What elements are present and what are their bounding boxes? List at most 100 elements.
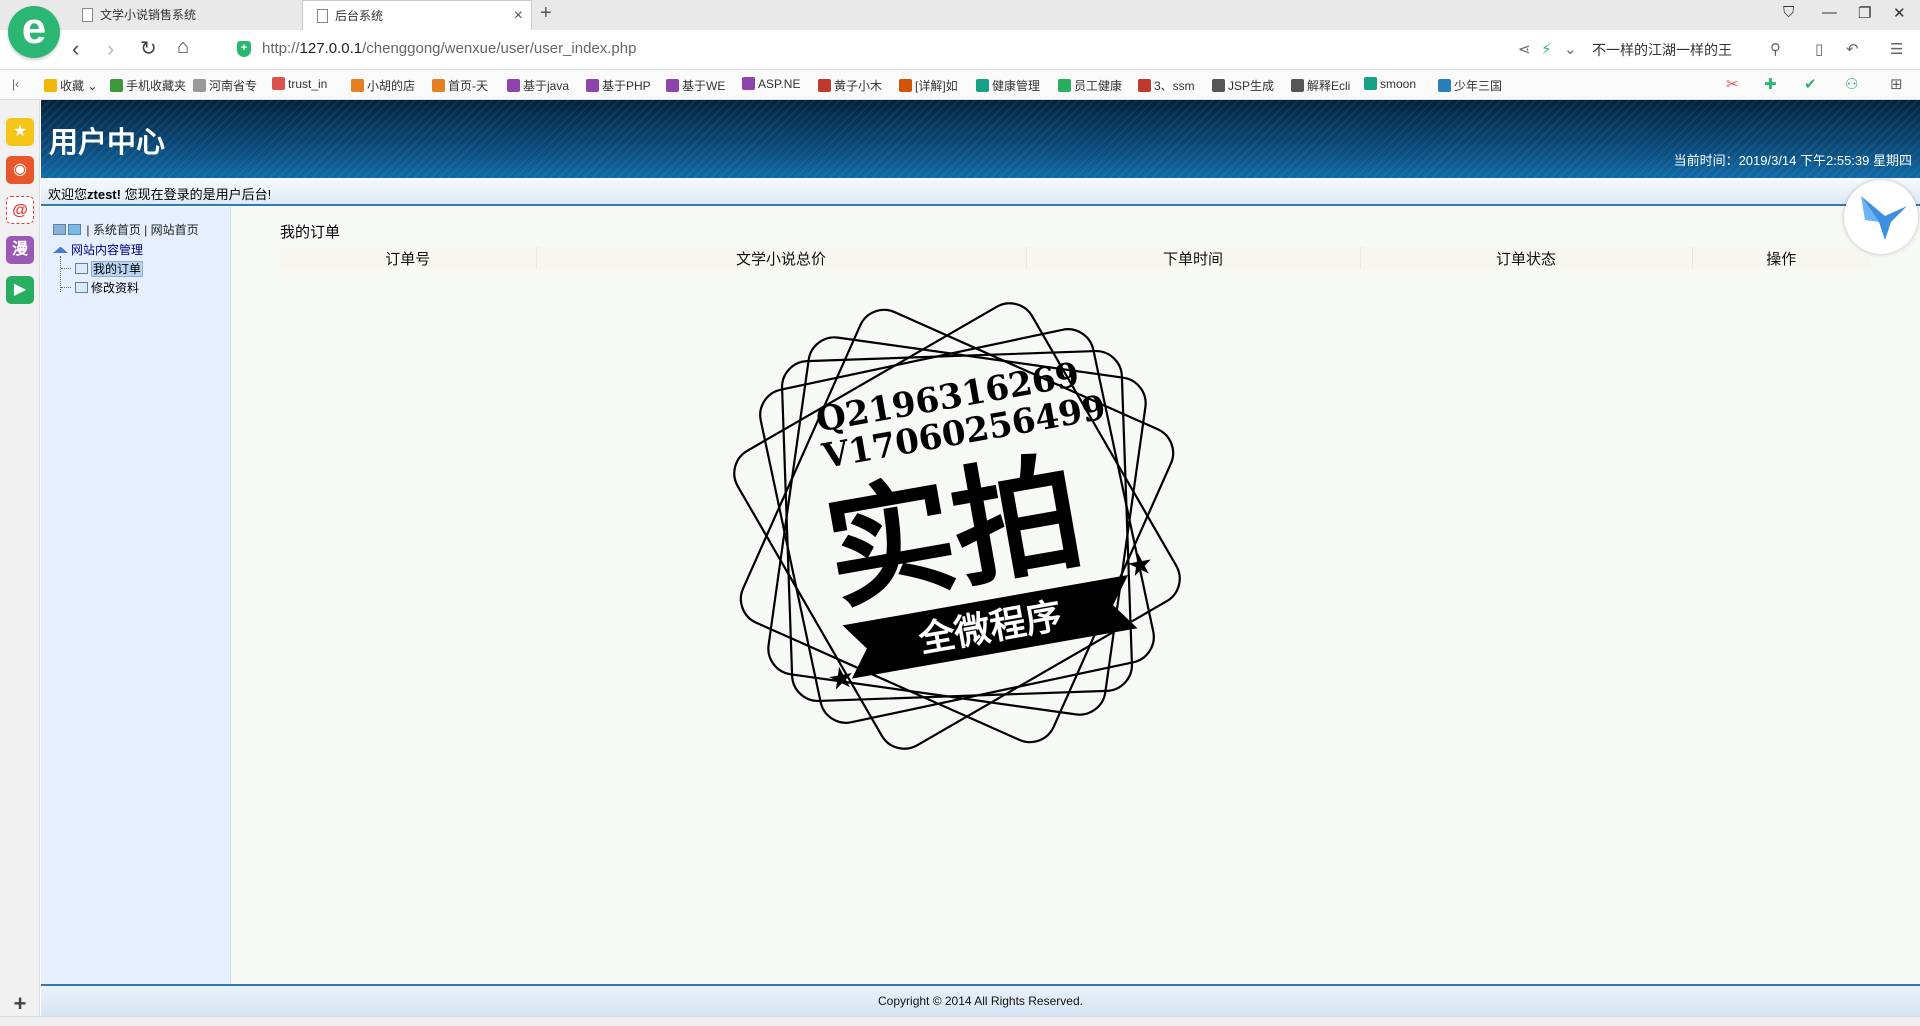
chevron-down-icon[interactable]: ⌄ [1564, 40, 1577, 58]
bookmark-item[interactable]: [详解]如 [899, 77, 958, 94]
bookmark-item[interactable]: 收藏 ⌄ [44, 77, 97, 94]
close-window-icon[interactable]: ✕ [1893, 4, 1906, 22]
copyright: Copyright © 2014 All Rights Reserved. [878, 994, 1083, 1008]
home-icon[interactable]: ⌂ [177, 36, 189, 59]
site-icon [976, 79, 989, 92]
col-total-price: 文学小说总价 [536, 247, 1027, 269]
comic-icon[interactable]: 漫 [6, 236, 34, 264]
forward-icon[interactable]: › [107, 36, 114, 62]
bookmark-item[interactable]: 黄子小木 [818, 77, 882, 94]
site-icon [272, 77, 285, 90]
col-actions: 操作 [1692, 247, 1870, 269]
undo-icon[interactable]: ↶ [1846, 40, 1859, 58]
col-order-status: 订单状态 [1360, 247, 1693, 269]
new-tab-icon[interactable]: + [540, 2, 552, 25]
bookmark-label: ASP.NE [758, 77, 801, 91]
bookmark-item[interactable]: trust_in [272, 77, 327, 91]
refresh-icon[interactable]: ↻ [140, 36, 157, 61]
welcome-bar: 欢迎您ztest! 您现在登录的是用户后台! [41, 178, 1920, 206]
site-icon [666, 79, 679, 92]
share-icon[interactable]: ⋖ [1518, 40, 1531, 58]
search-icon[interactable]: ⚲ [1770, 40, 1781, 58]
welcome-user: ztest! [87, 187, 121, 202]
page-icon [193, 79, 206, 92]
bookmarks-bar: |‹ 收藏 ⌄ 手机收藏夹 河南省专 trust_in 小胡的店 首页-天 基于… [0, 70, 1920, 100]
taobao-icon [432, 79, 445, 92]
shield-check-icon[interactable]: ✔ [1804, 75, 1817, 93]
link-site-home[interactable]: 网站首页 [151, 223, 199, 237]
bookmark-item[interactable]: 首页-天 [432, 77, 488, 94]
bookmark-item[interactable]: 河南省专 [193, 77, 257, 94]
bookmark-item[interactable]: ASP.NE [742, 77, 800, 91]
browser-status-bar [0, 1016, 1920, 1026]
site-icon [818, 79, 831, 92]
tab-literature-system[interactable]: 文学小说销售系统 [68, 0, 300, 30]
main-content: 我的订单 订单号 文学小说总价 下单时间 订单状态 操作 Q2196316269… [232, 207, 1920, 984]
browser-logo-icon[interactable]: e [8, 6, 60, 58]
table-header-row: 订单号 文学小说总价 下单时间 订单状态 操作 [280, 247, 1870, 269]
url-scheme: http:// [262, 40, 300, 57]
bookmark-item[interactable]: 员工健康 [1058, 77, 1122, 94]
bookmark-item[interactable]: 基于java [507, 77, 569, 94]
bookmark-label: JSP生成 [1228, 79, 1275, 93]
paw-icon [1438, 79, 1451, 92]
back-icon[interactable]: ‹ [72, 36, 79, 62]
add-panel-icon[interactable]: + [6, 990, 34, 1018]
bookmark-item[interactable]: 基于PHP [586, 77, 651, 94]
bookmark-item[interactable]: 解释Ecli [1291, 77, 1350, 94]
bookmark-item[interactable]: 少年三国 [1438, 77, 1502, 94]
site-icon [1291, 79, 1304, 92]
bookmark-item[interactable]: JSP生成 [1212, 77, 1274, 94]
skin-icon[interactable]: ⛉ [1783, 4, 1794, 21]
bookmark-label: 解释Ecli [1307, 79, 1351, 93]
close-tab-icon[interactable]: × [514, 1, 523, 31]
bookmark-item[interactable]: 3、ssm [1138, 77, 1195, 94]
system-icon [53, 224, 66, 235]
sidebar-item-my-orders[interactable]: 我的订单 [61, 260, 144, 277]
mail-icon[interactable]: @ [6, 196, 34, 224]
bookmark-label: 基于WE [682, 79, 726, 93]
apps-grid-icon[interactable]: ⊞ [1890, 75, 1903, 93]
bookmark-item[interactable]: 小胡的店 [351, 77, 415, 94]
site-icon [899, 79, 912, 92]
page-icon [75, 263, 88, 274]
page-header: 用户中心 当前时间：2019/3/14 下午2:55:39 星期四 [41, 100, 1920, 178]
game-icon[interactable]: ⚇ [1845, 75, 1858, 93]
welcome-prefix: 欢迎您 [48, 187, 88, 202]
site-icon [1364, 77, 1377, 90]
link-system-home[interactable]: 系统首页 [93, 223, 141, 237]
tree-root-content-management[interactable]: 网站内容管理 [53, 241, 143, 258]
bookmark-item[interactable]: 基于WE [666, 77, 725, 94]
site-icon [1212, 79, 1225, 92]
bookmark-label: 河南省专 [209, 79, 258, 93]
sidebar-item-edit-profile[interactable]: 修改资料 [61, 279, 139, 295]
weibo-icon[interactable]: ◉ [6, 156, 34, 184]
collapse-sidebar-icon[interactable]: |‹ [12, 77, 19, 91]
sidebar-top-links: | 系统首页 | 网站首页 [53, 221, 199, 238]
restore-icon[interactable]: ❐ [1858, 4, 1871, 22]
bookmark-item[interactable]: smoon [1364, 77, 1416, 91]
security-shield-icon[interactable]: + [237, 41, 251, 57]
url-path: /chenggong/wenxue/user/user_index.php [362, 40, 637, 57]
favorites-star-icon[interactable]: ★ [6, 118, 34, 146]
lightning-icon[interactable]: ⚡ [1541, 40, 1552, 58]
search-input[interactable]: 不一样的江湖一样的王 [1592, 40, 1732, 60]
menu-icon[interactable]: ☰ [1890, 40, 1903, 58]
mobile-icon[interactable]: ▯ [1815, 40, 1823, 58]
page-icon [75, 282, 88, 293]
bookmark-label: 小胡的店 [367, 79, 416, 93]
tab-admin-system[interactable]: 后台系统 × [302, 0, 532, 30]
video-icon[interactable]: ▶ [6, 276, 34, 304]
bookmark-item[interactable]: 健康管理 [976, 77, 1040, 94]
floating-bird-widget[interactable] [1844, 180, 1918, 254]
extension-icon[interactable]: ✚ [1764, 75, 1777, 93]
bookmark-label: 3、ssm [1154, 79, 1195, 93]
minimize-icon[interactable]: — [1822, 4, 1837, 21]
bookmark-label: 员工健康 [1074, 79, 1123, 93]
scissors-icon[interactable]: ✂ [1726, 75, 1739, 93]
section-title: 我的订单 [280, 224, 341, 241]
site-icon [507, 79, 520, 92]
bookmark-item[interactable]: 手机收藏夹 [110, 77, 186, 94]
url-input[interactable]: http://127.0.0.1/chenggong/wenxue/user/u… [262, 40, 636, 57]
plus-icon [68, 224, 81, 235]
